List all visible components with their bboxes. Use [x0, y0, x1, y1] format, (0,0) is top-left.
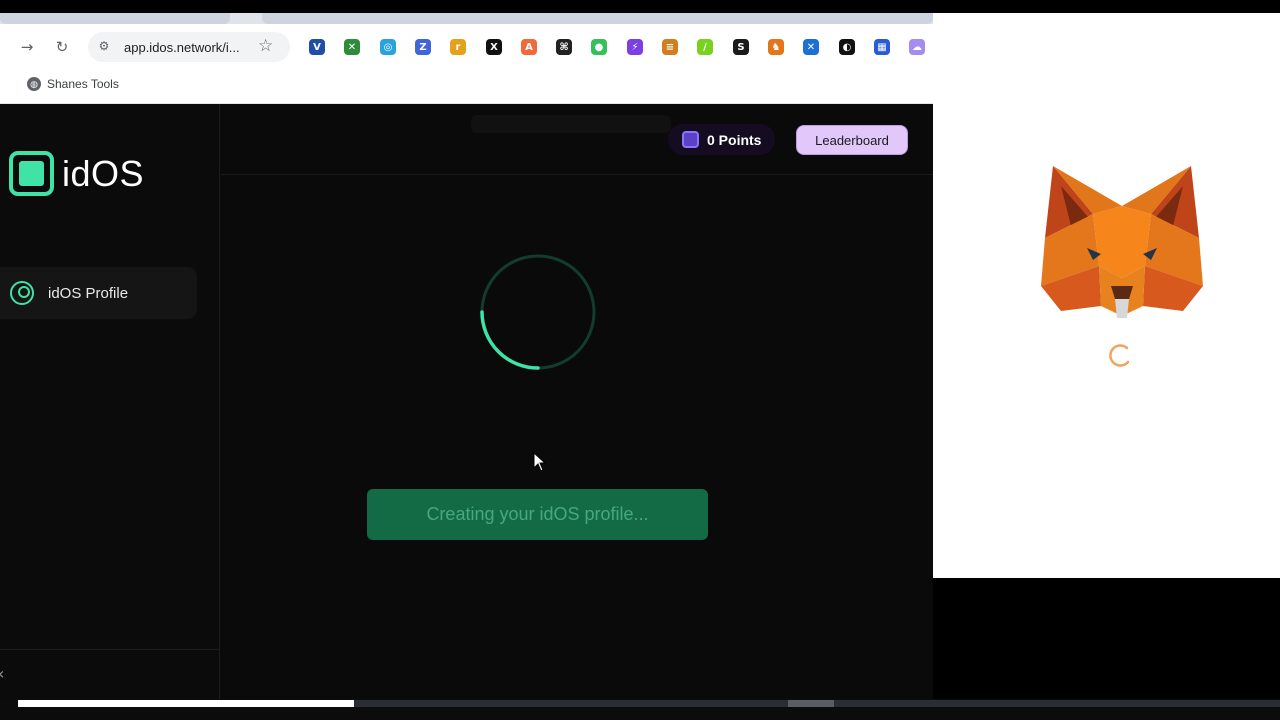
dark-grid-extension-icon[interactable]: ⌘	[556, 39, 572, 55]
leaf-extension-icon[interactable]: /	[697, 39, 713, 55]
idos-app: idOS idOS Profile ‹ 0 Points Leaderboard…	[0, 104, 933, 699]
cloud-extension-icon[interactable]: ☁	[909, 39, 925, 55]
metamask-loading-spinner	[1109, 344, 1130, 367]
frog-extension-icon[interactable]: ●	[591, 39, 607, 55]
metamask-extension-icon[interactable]: ♞	[768, 39, 784, 55]
creating-profile-button[interactable]: Creating your idOS profile...	[367, 489, 708, 540]
s-extension-icon[interactable]: S	[733, 39, 749, 55]
sidebar-item-label: idOS Profile	[48, 284, 129, 302]
top-frame-edge	[0, 0, 1280, 13]
forward-icon[interactable]: →	[16, 36, 38, 58]
bookmark-item[interactable]: ◍ Shanes Tools	[27, 77, 119, 91]
metamask-fox-icon	[1041, 166, 1203, 318]
cross-extension-icon[interactable]: ✕	[344, 39, 360, 55]
tab-ghost[interactable]	[0, 13, 230, 24]
grid-extension-icon[interactable]: ▦	[874, 39, 890, 55]
vivaldi-icon[interactable]: V	[309, 39, 325, 55]
circle-arrow-extension-icon[interactable]: ◎	[380, 39, 396, 55]
app-header: 0 Points Leaderboard	[221, 104, 933, 175]
sidebar-item-idos-profile[interactable]: idOS Profile	[0, 267, 197, 319]
browser-toolbar: → ↻ ⚙ app.idos.network/i... ☆ V ✕ ◎ Zr X A ⌘ ● ⚡…	[0, 24, 933, 70]
logo-text: idOS	[62, 152, 145, 194]
purple-extension-icon[interactable]: ⚡	[627, 39, 643, 55]
collapse-sidebar-icon[interactable]: ‹	[0, 664, 4, 683]
blue-x-extension-icon[interactable]: ✕	[803, 39, 819, 55]
points-icon	[682, 131, 699, 148]
points-label: 0 Points	[707, 131, 762, 148]
leaderboard-button[interactable]: Leaderboard	[796, 125, 908, 155]
globe-icon: ◍	[27, 77, 41, 91]
idos-logo[interactable]: idOS	[9, 151, 144, 196]
bookmarks-bar: ◍ Shanes Tools	[0, 70, 933, 104]
site-settings-icon[interactable]: ⚙	[96, 38, 112, 54]
loading-spinner	[480, 254, 596, 370]
points-badge[interactable]: 0 Points	[668, 124, 776, 155]
metamask-popup	[933, 13, 1280, 578]
tab-strip	[0, 13, 933, 24]
stack-extension-icon[interactable]: ≡	[662, 39, 678, 55]
bookmark-star-icon[interactable]: ☆	[258, 36, 273, 56]
horizontal-scrollbar[interactable]	[0, 699, 1280, 720]
address-bar[interactable]: ⚙ app.idos.network/i... ☆	[88, 32, 290, 62]
bookmark-label: Shanes Tools	[47, 77, 119, 91]
desktop-background	[933, 578, 1280, 699]
x-extension-icon[interactable]: X	[486, 39, 502, 55]
a-extension-icon[interactable]: A	[521, 39, 537, 55]
mouse-cursor-icon	[533, 452, 547, 472]
url-text[interactable]: app.idos.network/i...	[124, 40, 240, 55]
scroll-thumb[interactable]	[18, 700, 354, 707]
user-circle-icon	[10, 281, 34, 305]
tab-ghost-active[interactable]	[262, 13, 933, 24]
reload-icon[interactable]: ↻	[51, 36, 73, 58]
scroll-marker	[788, 700, 834, 707]
z-extension-icon[interactable]: Z	[415, 39, 431, 55]
circle-extension-icon[interactable]: ◐	[839, 39, 855, 55]
r-extension-icon[interactable]: r	[450, 39, 466, 55]
blurred-header-text	[471, 115, 671, 133]
idos-logo-icon	[9, 151, 54, 196]
sidebar-divider	[0, 649, 220, 650]
sidebar: idOS idOS Profile ‹	[0, 104, 220, 699]
